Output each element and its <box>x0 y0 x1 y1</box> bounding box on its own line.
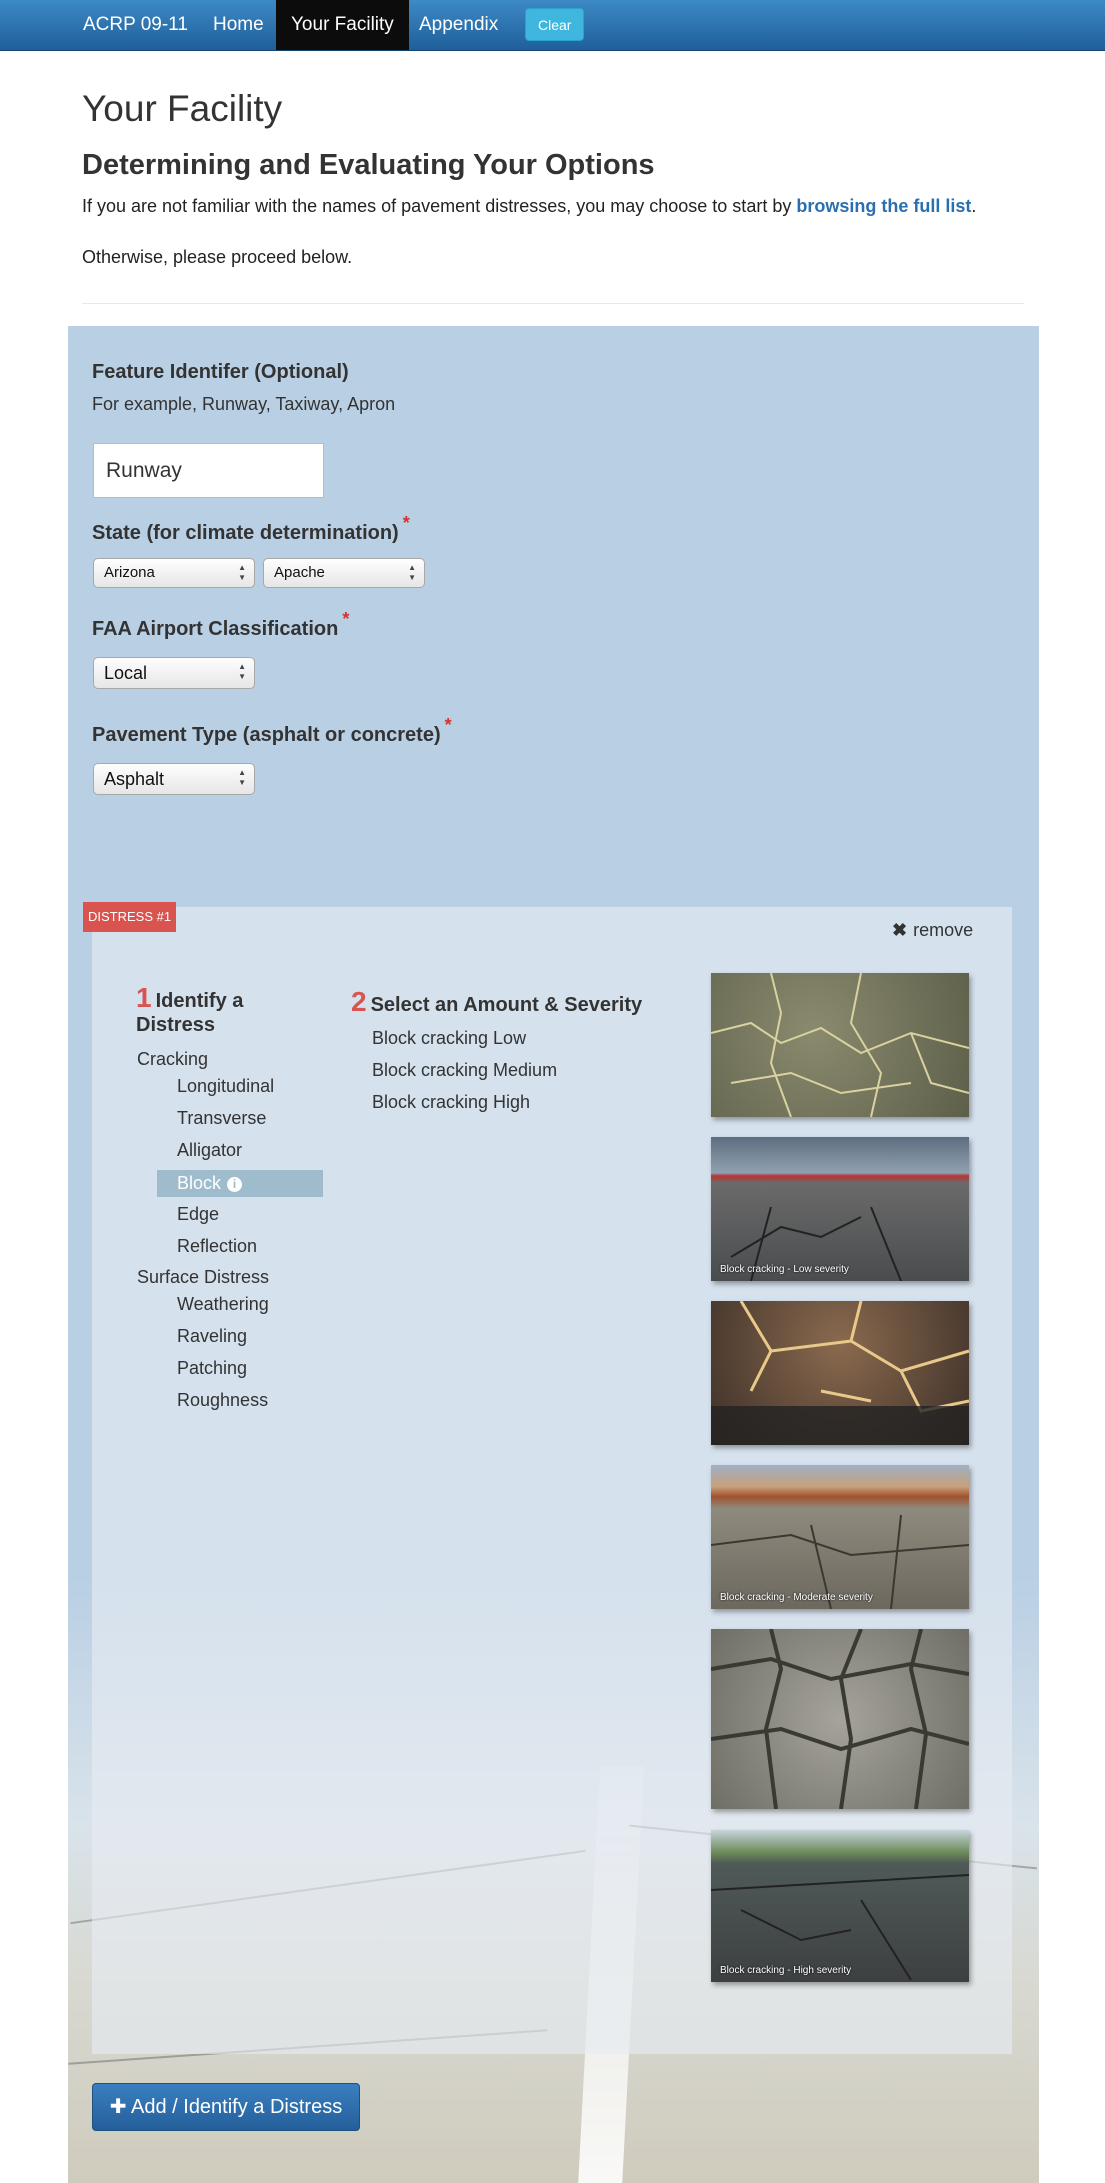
severity-option-medium[interactable]: Block cracking Medium <box>372 1060 557 1081</box>
add-distress-button[interactable]: ✚ Add / Identify a Distress <box>92 2083 360 2131</box>
crack-pattern-image <box>711 1874 969 1981</box>
required-mark: * <box>342 609 350 629</box>
step1-label: Identify a Distress <box>136 990 244 1036</box>
state-label-text: State (for climate determination) <box>92 522 399 544</box>
state-label: State (for climate determination) * <box>92 513 410 545</box>
nav-home[interactable]: Home <box>198 0 279 50</box>
step1-heading: 1 Identify a Distress <box>136 984 286 1037</box>
page-subtitle: Determining and Evaluating Your Options <box>82 149 655 181</box>
select-arrows-icon: ▲ ▼ <box>238 662 246 681</box>
step1-number: 1 <box>136 982 152 1013</box>
distress-item-reflection[interactable]: Reflection <box>177 1236 257 1257</box>
distress-item-patching[interactable]: Patching <box>177 1358 247 1379</box>
state-select[interactable]: Arizona ▲ ▼ <box>93 558 255 588</box>
distress-photo[interactable]: Block cracking - High severity <box>711 1830 969 1982</box>
nav-brand[interactable]: ACRP 09-11 <box>68 0 203 50</box>
distress-item-raveling[interactable]: Raveling <box>177 1326 247 1347</box>
feature-identifier-input[interactable]: Runway <box>93 443 324 498</box>
clear-button[interactable]: Clear <box>525 8 585 41</box>
pavement-type-select[interactable]: Asphalt ▲ ▼ <box>93 763 255 795</box>
distress-item-edge[interactable]: Edge <box>177 1204 219 1225</box>
crack-pattern-image <box>730 1206 902 1281</box>
intro-text-2: Otherwise, please proceed below. <box>82 247 353 267</box>
distress-item-transverse[interactable]: Transverse <box>177 1108 266 1129</box>
distress-photo[interactable]: Block cracking - Moderate severity <box>711 1465 969 1609</box>
select-arrows-icon: ▲ ▼ <box>238 563 246 582</box>
distress-item-roughness[interactable]: Roughness <box>177 1390 268 1411</box>
distress-item-alligator[interactable]: Alligator <box>177 1140 242 1161</box>
photo-caption: Block cracking - High severity <box>720 1965 852 1976</box>
nav-appendix[interactable]: Appendix <box>404 0 513 50</box>
faa-label-text: FAA Airport Classification <box>92 618 339 640</box>
divider <box>82 303 1024 304</box>
crack-pattern-image <box>711 973 969 1117</box>
feature-label: Feature Identifer (Optional) <box>92 361 349 383</box>
add-distress-label: Add / Identify a Distress <box>131 2096 343 2118</box>
remove-distress-button[interactable]: ✖ remove <box>892 920 973 941</box>
step2-label: Select an Amount & Severity <box>370 994 643 1016</box>
photo-caption: Block cracking - Moderate severity <box>720 1592 873 1603</box>
distress-item-block[interactable]: Block i <box>157 1170 323 1197</box>
distress-tag: DISTRESS #1 <box>83 902 177 932</box>
step2-heading: 2 Select an Amount & Severity <box>351 986 642 1018</box>
distress-item-block-label: Block <box>177 1173 222 1193</box>
select-arrows-icon: ▲ ▼ <box>238 768 246 787</box>
severity-option-low[interactable]: Block cracking Low <box>372 1028 526 1049</box>
plus-icon: ✚ <box>109 2096 127 2118</box>
distress-photo[interactable] <box>711 1301 969 1445</box>
crack-pattern-image <box>711 1514 969 1609</box>
remove-label: remove <box>913 920 974 940</box>
distress-photo[interactable] <box>711 973 969 1117</box>
select-arrows-icon: ▲ ▼ <box>408 563 416 582</box>
intro-text: If you are not familiar with the names o… <box>82 196 976 217</box>
faa-label: FAA Airport Classification * <box>92 609 349 641</box>
category-surface-distress[interactable]: Surface Distress <box>137 1267 269 1288</box>
faa-classification-select[interactable]: Local ▲ ▼ <box>93 657 255 689</box>
navbar: ACRP 09-11 Home Your Facility Appendix C… <box>0 0 1105 51</box>
distress-item-longitudinal[interactable]: Longitudinal <box>177 1076 274 1097</box>
nav-your-facility[interactable]: Your Facility <box>276 0 409 50</box>
facility-form-panel: Feature Identifer (Optional) For example… <box>68 326 1039 2183</box>
crack-pattern-image <box>711 1629 969 1809</box>
pavement-label: Pavement Type (asphalt or concrete) * <box>92 715 452 747</box>
severity-option-high[interactable]: Block cracking High <box>372 1092 530 1113</box>
pavement-select-value: Asphalt <box>104 769 165 789</box>
faa-select-value: Local <box>104 663 148 683</box>
pavement-label-text: Pavement Type (asphalt or concrete) <box>92 724 441 746</box>
info-icon[interactable]: i <box>227 1177 243 1192</box>
distress-photo[interactable] <box>711 1629 969 1809</box>
page-title: Your Facility <box>82 88 283 129</box>
photo-caption: Block cracking - Low severity <box>720 1264 849 1275</box>
browse-full-list-link[interactable]: browsing the full list <box>796 196 971 216</box>
state-select-value: Arizona <box>104 564 155 581</box>
crack-pattern-image <box>711 1301 969 1445</box>
distress-photo[interactable]: Block cracking - Low severity <box>711 1137 969 1281</box>
county-select-value: Apache <box>274 564 325 581</box>
intro-suffix: . <box>971 196 977 216</box>
intro-prefix: If you are not familiar with the names o… <box>82 196 797 216</box>
required-mark: * <box>402 513 410 533</box>
step2-number: 2 <box>351 986 367 1017</box>
required-mark: * <box>444 715 452 735</box>
category-cracking[interactable]: Cracking <box>137 1049 208 1070</box>
feature-help: For example, Runway, Taxiway, Apron <box>92 394 396 414</box>
close-icon: ✖ <box>892 920 908 940</box>
distress-item-weathering[interactable]: Weathering <box>177 1294 269 1315</box>
county-select[interactable]: Apache ▲ ▼ <box>263 558 425 588</box>
